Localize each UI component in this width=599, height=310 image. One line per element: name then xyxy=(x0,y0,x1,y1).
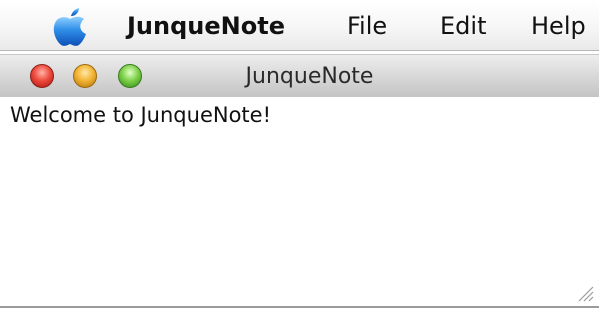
menu-edit[interactable]: Edit xyxy=(440,0,486,50)
document-text[interactable]: Welcome to JunqueNote! xyxy=(10,103,271,127)
apple-menu[interactable] xyxy=(52,7,88,47)
document-area[interactable]: Welcome to JunqueNote! xyxy=(0,97,599,307)
menu-app-name[interactable]: JunqueNote xyxy=(127,0,285,50)
menu-file[interactable]: File xyxy=(347,0,387,50)
resize-grip-icon[interactable] xyxy=(573,281,595,303)
window-bottom-edge xyxy=(0,306,599,308)
menu-help[interactable]: Help xyxy=(531,0,586,50)
screen: JunqueNote File Edit Help JunqueNote Wel… xyxy=(0,0,599,310)
apple-logo-icon xyxy=(53,8,86,46)
zoom-button[interactable] xyxy=(118,64,142,88)
menu-bar: JunqueNote File Edit Help xyxy=(0,0,599,51)
minimize-button[interactable] xyxy=(73,64,97,88)
close-button[interactable] xyxy=(30,64,54,88)
window-title-bar[interactable]: JunqueNote xyxy=(0,54,599,98)
